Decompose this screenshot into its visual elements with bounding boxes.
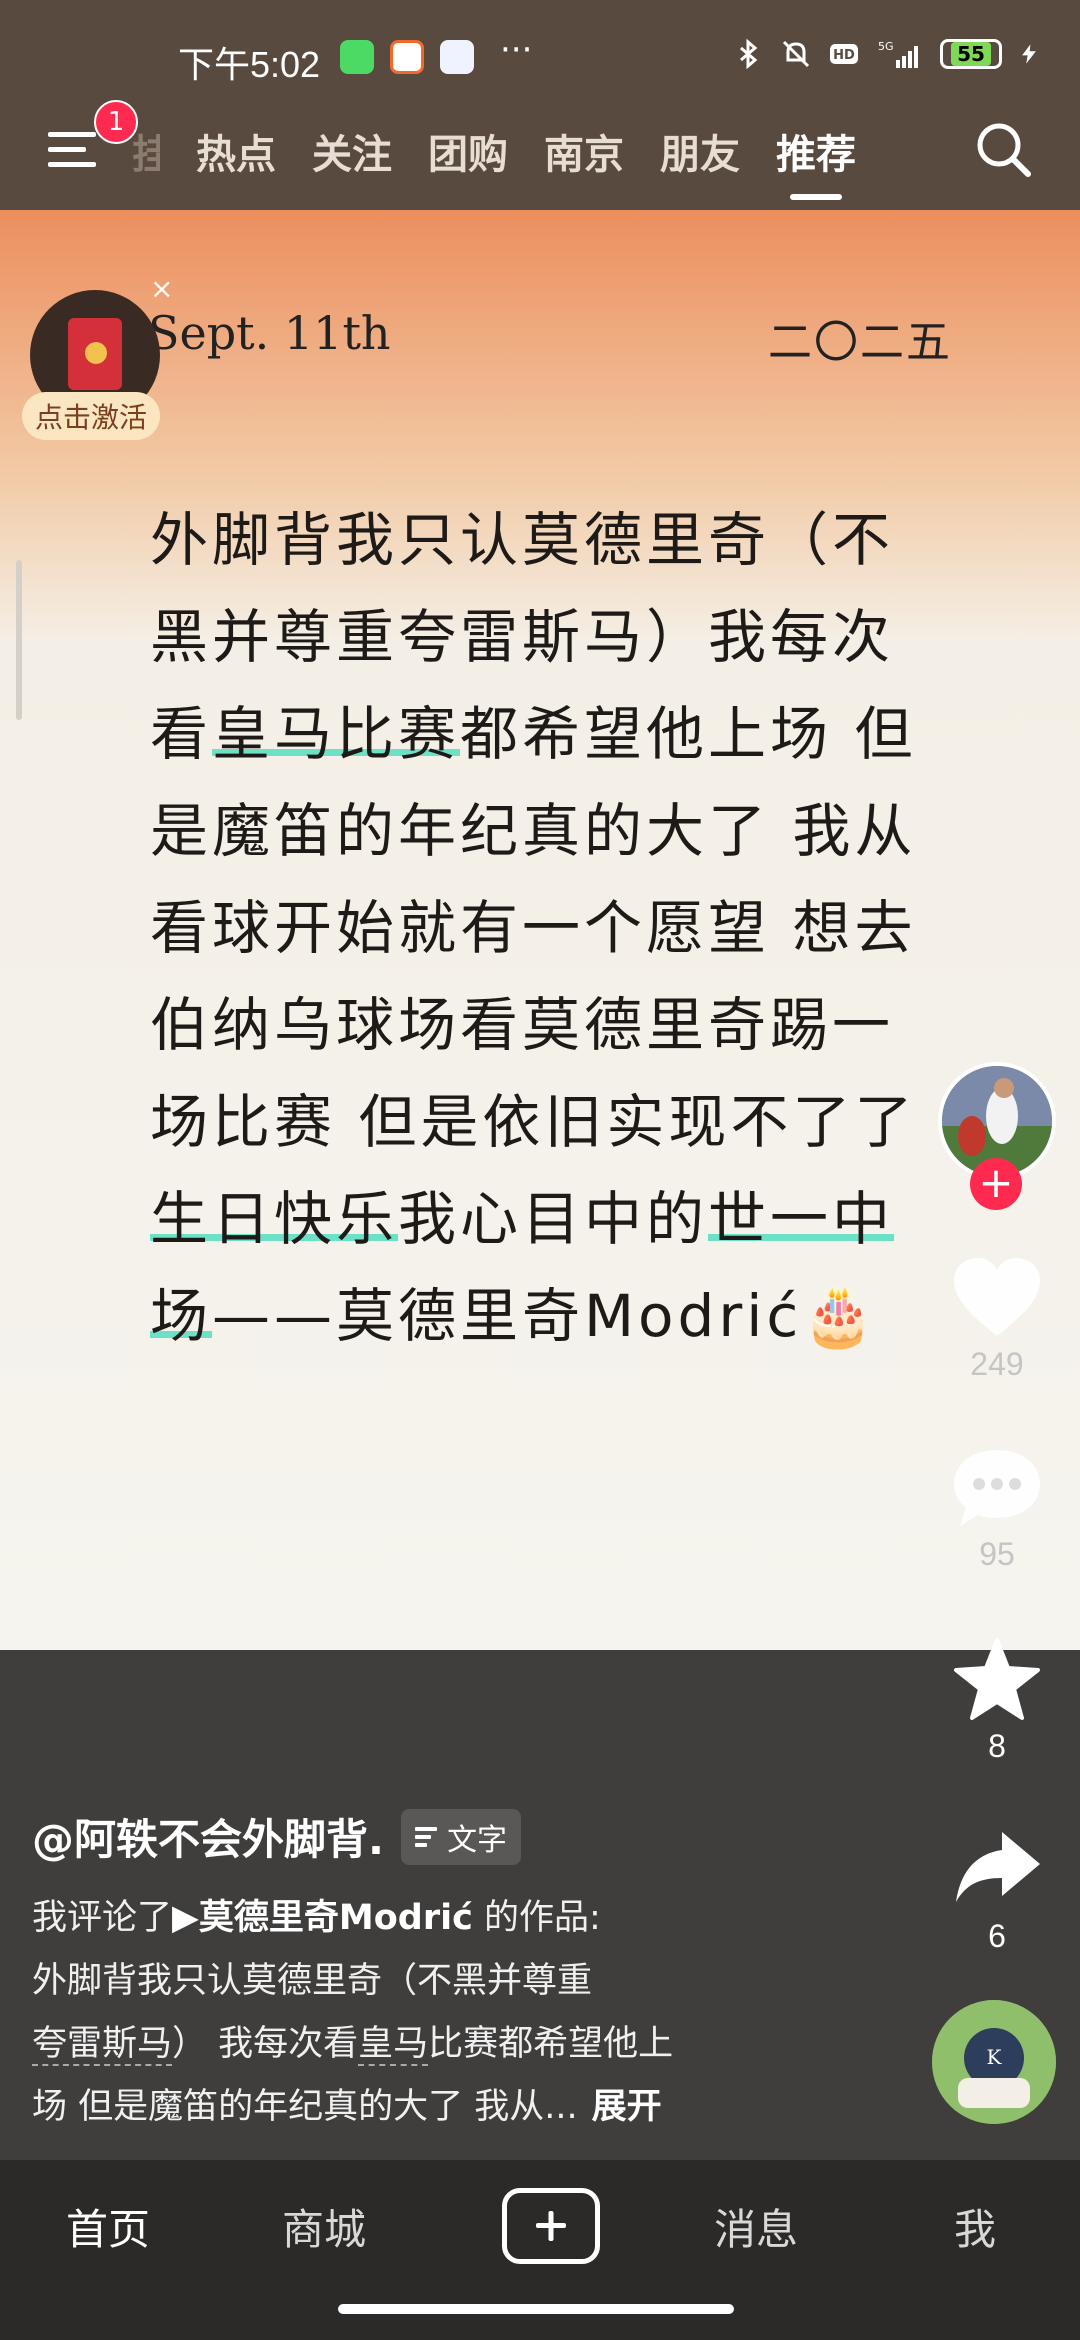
note-segment: 都希望他上场 但是魔笛的年纪真的大了 我从看球开始就有一个愿望 想去伯纳乌球场看… — [150, 700, 917, 1156]
battery-level: 55 — [951, 42, 991, 66]
share-count: 6 — [988, 1918, 1006, 1954]
comment-icon — [954, 1450, 1040, 1526]
tab-friends[interactable]: 朋友 — [660, 122, 740, 182]
share-arrow-icon — [956, 1832, 1040, 1902]
tab-recommended[interactable]: 推荐 — [776, 122, 856, 200]
mute-bell-icon — [782, 40, 810, 68]
hd-icon: HD — [830, 44, 858, 64]
like-count: 249 — [970, 1346, 1024, 1382]
nav-mall[interactable]: 商城 — [282, 2196, 366, 2257]
status-bar: 下午5:02 ··· HD 5G 55 — [0, 0, 1080, 118]
bluetooth-icon — [740, 38, 758, 70]
nav-me[interactable]: 我 — [954, 2196, 996, 2257]
favorite-button[interactable]: 8 — [948, 1636, 1046, 1765]
note-segment: 我心目中的 — [398, 1185, 709, 1253]
plus-icon — [536, 2211, 566, 2241]
desc-text: 我评论了 — [32, 1898, 173, 1938]
author-name[interactable]: @阿轶不会外脚背. — [32, 1806, 384, 1867]
more-notifications: ··· — [500, 30, 533, 70]
desc-text: ） 我每次看 — [172, 2024, 359, 2064]
tab-following[interactable]: 关注 — [312, 122, 392, 182]
feed-tabs: 挂 热点 关注 团购 南京 朋友 推荐 — [132, 122, 856, 200]
wechat-app-icon — [340, 40, 374, 74]
nav-messages[interactable]: 消息 — [714, 2196, 798, 2257]
tab-partial[interactable]: 挂 — [132, 122, 160, 182]
tab-group-buy[interactable]: 团购 — [428, 122, 508, 182]
text-lines-icon — [415, 1826, 438, 1847]
text-tag-button[interactable]: 文字 — [401, 1808, 522, 1865]
referenced-user-link[interactable]: ▶莫德里奇Modrić — [172, 1898, 473, 1938]
note-highlight: 生日快乐 — [150, 1185, 399, 1253]
post-description[interactable]: 我评论了▶莫德里奇Modrić 的作品: 外脚背我只认莫德里奇（不黑并尊重 夸雷… — [32, 1887, 922, 2139]
red-envelope-seal — [85, 342, 107, 364]
battery-icon: 55 — [940, 39, 1002, 69]
home-indicator[interactable] — [338, 2304, 734, 2314]
scroll-indicator — [16, 560, 22, 720]
search-term-link[interactable]: 皇马 — [358, 2024, 429, 2066]
comment-button[interactable]: 95 — [948, 1446, 1046, 1573]
note-date: Sept. 11th — [148, 306, 391, 360]
svg-text:HD: HD — [833, 48, 855, 63]
tab-local[interactable]: 南京 — [544, 122, 624, 182]
charging-icon — [1022, 44, 1036, 64]
text-tag-label: 文字 — [447, 1822, 508, 1858]
tab-hot[interactable]: 热点 — [196, 122, 276, 182]
music-disc-avatar[interactable]: K — [932, 2000, 1056, 2124]
nav-home[interactable]: 首页 — [66, 2196, 150, 2257]
avatar-image: K — [932, 2000, 1056, 2124]
create-post-button[interactable] — [502, 2188, 600, 2264]
desc-text: 外脚背我只认莫德里奇（不黑并尊重 — [32, 1961, 593, 2001]
favorite-count: 8 — [988, 1728, 1006, 1764]
expand-button[interactable]: 展开 — [592, 2087, 662, 2127]
heart-icon — [954, 1258, 1040, 1336]
close-icon[interactable]: × — [150, 272, 173, 305]
note-body: 外脚背我只认莫德里奇（不黑并尊重夸雷斯马）我每次看皇马比赛都希望他上场 但是魔笛… — [150, 492, 950, 1365]
desc-text: 的作品: — [472, 1898, 601, 1938]
like-button[interactable]: 249 — [948, 1256, 1046, 1383]
status-icons: HD 5G 55 — [732, 34, 1040, 74]
follow-button[interactable]: + — [970, 1158, 1022, 1210]
search-term-link[interactable]: 夸雷斯马 — [32, 2024, 173, 2066]
share-button[interactable]: 6 — [948, 1826, 1046, 1955]
note-segment: ——莫德里奇Modrić🎂 — [212, 1282, 879, 1350]
58-app-icon — [390, 40, 424, 74]
menu-icon[interactable] — [48, 130, 100, 170]
svg-text:5G: 5G — [878, 40, 894, 53]
post-info: @阿轶不会外脚背. 文字 我评论了▶莫德里奇Modrić 的作品: 外脚背我只认… — [32, 1806, 922, 2139]
comment-count: 95 — [979, 1536, 1015, 1572]
note-year: 二〇二五 — [768, 317, 952, 368]
desc-text: 比赛都希望他上 — [428, 2024, 674, 2064]
status-time: 下午5:02 — [178, 44, 321, 85]
search-icon[interactable] — [972, 118, 1036, 182]
note-highlight: 皇马比赛 — [212, 700, 461, 768]
red-packet-activate-button[interactable]: 点击激活 — [22, 392, 160, 440]
svg-text:K: K — [987, 2045, 1003, 2069]
desc-text: 场 但是魔笛的年纪真的大了 我从... — [32, 2087, 578, 2127]
cloud-app-icon — [440, 40, 474, 74]
signal-5g-icon: 5G — [878, 40, 918, 68]
star-icon — [954, 1638, 1040, 1720]
